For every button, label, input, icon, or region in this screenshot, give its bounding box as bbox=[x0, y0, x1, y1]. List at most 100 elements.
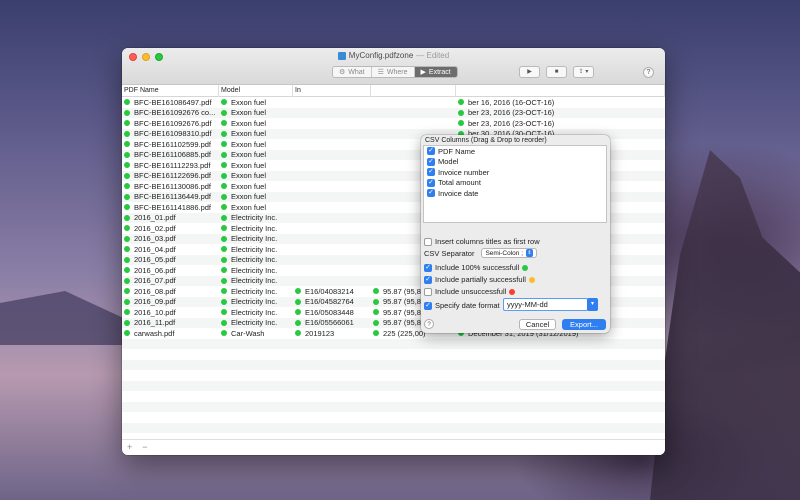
empty-table-row bbox=[122, 401, 665, 412]
segment-where[interactable]: ☰ Where bbox=[371, 67, 415, 77]
success-status-icon bbox=[373, 319, 379, 326]
success-status-icon bbox=[221, 141, 227, 148]
date-format-input[interactable] bbox=[503, 298, 588, 311]
remove-button[interactable]: − bbox=[142, 440, 147, 455]
csv-column-item[interactable]: ✓ Model bbox=[424, 157, 606, 168]
list-icon: ☰ bbox=[377, 68, 384, 76]
include-partial-option[interactable]: ✓ Include partially successfull bbox=[424, 275, 535, 284]
csv-columns-list[interactable]: ✓ PDF Name ✓ Model ✓ Invoice number ✓ Total amo… bbox=[423, 145, 607, 223]
success-status-icon bbox=[124, 183, 130, 190]
include-unsuccess-option[interactable]: Include unsuccessfull bbox=[424, 287, 516, 296]
column-header-model[interactable]: Model bbox=[219, 85, 293, 97]
cell-model: Exxon fuel bbox=[219, 203, 293, 212]
success-status-icon bbox=[295, 309, 301, 316]
table-row[interactable]: BFC-BE161086497.pdf Exxon fuel ber 16, 201… bbox=[122, 97, 665, 108]
add-button[interactable]: + bbox=[127, 440, 132, 455]
run-button[interactable]: ▶ bbox=[519, 66, 540, 78]
success-status-icon bbox=[124, 151, 130, 158]
popover-help-button[interactable]: ? bbox=[424, 319, 434, 329]
csv-column-checkbox[interactable]: ✓ bbox=[427, 178, 435, 187]
cell-invoice-date: ber 23, 2016 (23-OCT-16) bbox=[456, 108, 665, 117]
include-unsuccess-label: Include unsuccessfull bbox=[435, 287, 507, 296]
success-status-icon bbox=[295, 288, 301, 295]
share-button[interactable]: ⇪ ▾ bbox=[573, 66, 594, 78]
cell-model: Electricity Inc. bbox=[219, 276, 293, 285]
csv-separator-select[interactable]: Semi-Colon ; ⇕ bbox=[481, 248, 538, 258]
cell-pdf-name: BFC-BE161141886.pdf bbox=[122, 203, 219, 212]
empty-table-row bbox=[122, 359, 665, 370]
success-status-icon bbox=[124, 193, 130, 200]
cell-pdf-name: 2016_01.pdf bbox=[122, 213, 219, 222]
success-status-icon bbox=[124, 162, 130, 169]
date-format-dropdown-button[interactable]: ▾ bbox=[587, 298, 598, 311]
success-status-icon bbox=[221, 288, 227, 295]
date-format-checkbox[interactable]: ✓ bbox=[424, 301, 432, 310]
cell-model: Exxon fuel bbox=[219, 108, 293, 117]
cell-model: Exxon fuel bbox=[219, 161, 293, 170]
include-success-checkbox[interactable]: ✓ bbox=[424, 263, 432, 272]
success-status-icon bbox=[221, 319, 227, 326]
include-unsuccess-checkbox[interactable] bbox=[424, 287, 432, 296]
cell-model: Exxon fuel bbox=[219, 182, 293, 191]
success-status-icon bbox=[124, 109, 130, 116]
success-status-icon bbox=[373, 298, 379, 305]
insert-titles-checkbox[interactable] bbox=[424, 237, 432, 246]
table-header: PDF Name Model In bbox=[122, 85, 665, 97]
date-format-label: Specify date format bbox=[435, 301, 500, 310]
wallpaper-island bbox=[650, 150, 800, 500]
success-status-icon bbox=[124, 330, 130, 337]
empty-table-row bbox=[122, 380, 665, 391]
export-button[interactable]: Export... bbox=[562, 319, 606, 330]
insert-titles-label: Insert columns titles as first row bbox=[435, 237, 540, 246]
include-partial-checkbox[interactable]: ✓ bbox=[424, 275, 432, 284]
success-status-icon bbox=[221, 225, 227, 232]
csv-column-checkbox[interactable]: ✓ bbox=[427, 168, 435, 177]
success-status-icon bbox=[221, 162, 227, 169]
success-status-icon bbox=[221, 130, 227, 137]
include-success-option[interactable]: ✓ Include 100% successfull bbox=[424, 263, 529, 272]
edited-indicator: — Edited bbox=[416, 51, 450, 60]
insert-titles-option[interactable]: Insert columns titles as first row bbox=[424, 237, 540, 246]
column-header-invoice[interactable]: In bbox=[293, 85, 371, 97]
csv-column-item[interactable]: ✓ Invoice number bbox=[424, 167, 606, 178]
success-status-icon bbox=[373, 288, 379, 295]
cell-model: Exxon fuel bbox=[219, 119, 293, 128]
cell-pdf-name: 2016_07.pdf bbox=[122, 276, 219, 285]
success-status-icon bbox=[221, 246, 227, 253]
csv-column-item[interactable]: ✓ Total amount bbox=[424, 178, 606, 189]
csv-column-checkbox[interactable]: ✓ bbox=[427, 157, 435, 166]
date-format-option[interactable]: ✓ Specify date format bbox=[424, 301, 500, 310]
csv-column-item[interactable]: ✓ Invoice date bbox=[424, 188, 606, 199]
cell-model: Electricity Inc. bbox=[219, 266, 293, 275]
cell-model: Exxon fuel bbox=[219, 129, 293, 138]
cell-pdf-name: 2016_02.pdf bbox=[122, 224, 219, 233]
segment-what[interactable]: ⚙ What bbox=[333, 67, 372, 77]
column-header-pdf-name[interactable]: PDF Name bbox=[122, 85, 219, 97]
success-status-icon bbox=[124, 130, 130, 137]
segment-extract[interactable]: ▶ Extract bbox=[414, 67, 457, 77]
cell-model: Electricity Inc. bbox=[219, 308, 293, 317]
table-row[interactable]: BFC-BE161092676.pdf Exxon fuel ber 23, 201… bbox=[122, 118, 665, 129]
success-status-icon bbox=[373, 330, 379, 337]
cell-model: Car-Wash bbox=[219, 329, 293, 338]
empty-table-row bbox=[122, 391, 665, 402]
stop-button[interactable]: ■ bbox=[546, 66, 567, 78]
cancel-button[interactable]: Cancel bbox=[519, 319, 556, 330]
cell-pdf-name: BFC-BE161098310.pdf bbox=[122, 129, 219, 138]
success-status-icon bbox=[124, 246, 130, 253]
column-header-date[interactable] bbox=[456, 85, 665, 97]
success-status-icon bbox=[221, 204, 227, 211]
cell-pdf-name: BFC-BE161092676 co... bbox=[122, 108, 219, 117]
popover-title: CSV Columns (Drag & Drop to reorder) bbox=[425, 137, 547, 144]
help-button[interactable]: ? bbox=[643, 67, 654, 78]
success-status-icon bbox=[221, 99, 227, 106]
csv-column-checkbox[interactable]: ✓ bbox=[427, 147, 435, 156]
table-row[interactable]: BFC-BE161092676 co... Exxon fuel ber 23, 2… bbox=[122, 107, 665, 118]
cell-model: Electricity Inc. bbox=[219, 213, 293, 222]
column-header-total[interactable] bbox=[371, 85, 456, 97]
cell-model: Electricity Inc. bbox=[219, 287, 293, 296]
csv-column-item[interactable]: ✓ PDF Name bbox=[424, 146, 606, 157]
cell-pdf-name: 2016_10.pdf bbox=[122, 308, 219, 317]
success-status-icon bbox=[124, 141, 130, 148]
csv-column-checkbox[interactable]: ✓ bbox=[427, 189, 435, 198]
